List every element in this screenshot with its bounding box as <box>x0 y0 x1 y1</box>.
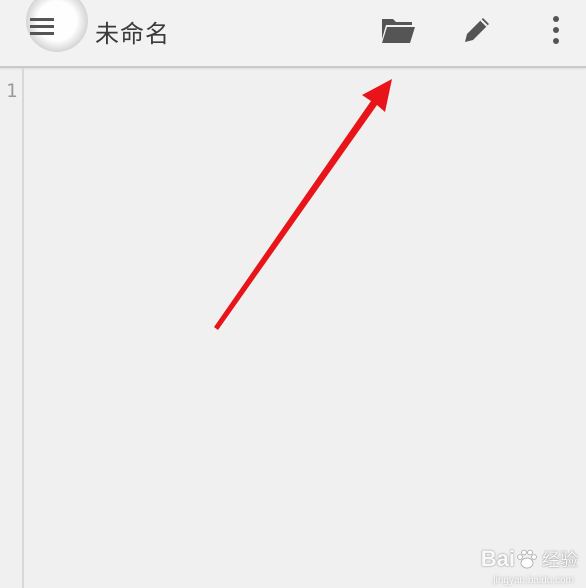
watermark-url: jingyan.baidu.com <box>493 575 574 586</box>
text-caret <box>28 80 30 100</box>
more-vert-icon <box>553 16 559 44</box>
line-number-gutter: 1 <box>0 68 24 588</box>
line-number: 1 <box>6 80 18 102</box>
text-editor-area[interactable]: 1 <box>0 68 586 588</box>
editor-screen: 未命名 1 Bai 经验 jingyan.baidu.com <box>0 0 586 588</box>
edit-button[interactable] <box>455 8 499 52</box>
more-options-button[interactable] <box>534 8 578 52</box>
paw-icon <box>517 549 537 569</box>
watermark-brand-left: Bai <box>480 546 515 571</box>
menu-button[interactable] <box>18 0 88 54</box>
watermark-brand-right: 经验 <box>542 550 578 570</box>
app-toolbar: 未命名 <box>0 0 586 68</box>
folder-open-icon <box>382 19 415 43</box>
open-folder-button[interactable] <box>376 8 420 52</box>
baidu-jingyan-watermark: Bai 经验 <box>481 546 578 572</box>
document-title: 未命名 <box>95 20 170 48</box>
pencil-icon <box>465 18 489 42</box>
hamburger-menu-icon <box>30 18 54 36</box>
